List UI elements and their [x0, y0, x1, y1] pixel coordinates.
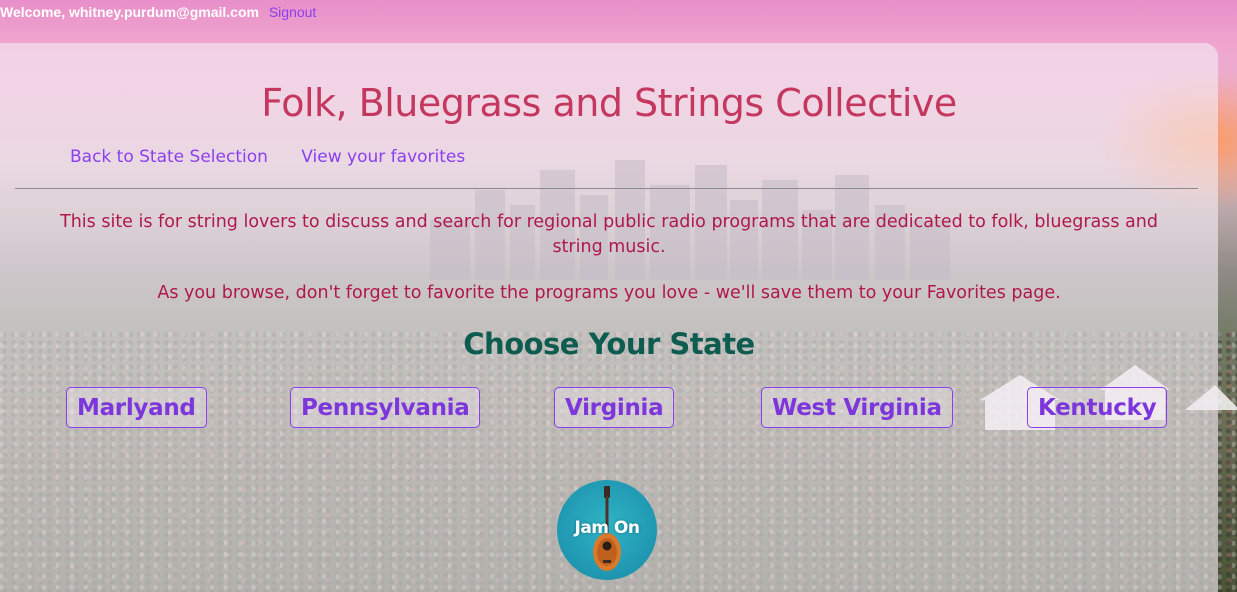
state-button-pennsylvania[interactable]: Pennsylvania [290, 387, 481, 428]
intro-paragraph-1: This site is for string lovers to discus… [60, 212, 1158, 257]
view-favorites-link[interactable]: View your favorites [301, 147, 465, 167]
divider [15, 188, 1198, 189]
state-button-maryland[interactable]: Marlyand [66, 387, 207, 428]
state-button-kentucky[interactable]: Kentucky [1027, 387, 1168, 428]
main-panel: Folk, Bluegrass and Strings Collective B… [0, 43, 1218, 592]
nav-links: Back to State Selection View your favori… [70, 147, 493, 167]
intro-paragraph-2: As you browse, don't forget to favorite … [157, 283, 1061, 303]
state-button-west-virginia[interactable]: West Virginia [761, 387, 953, 428]
state-button-virginia[interactable]: Virginia [554, 387, 675, 428]
logo-text: Jam On [574, 518, 640, 538]
welcome-bar: Welcome, whitney.purdum@gmail.com Signou… [0, 4, 316, 20]
back-to-state-selection-link[interactable]: Back to State Selection [70, 147, 268, 167]
jam-on-logo[interactable]: Jam On [557, 480, 657, 580]
welcome-text: Welcome, whitney.purdum@gmail.com [0, 4, 259, 20]
signout-link[interactable]: Signout [269, 4, 316, 20]
site-title: Folk, Bluegrass and Strings Collective [261, 81, 957, 125]
choose-state-heading: Choose Your State [463, 327, 755, 361]
